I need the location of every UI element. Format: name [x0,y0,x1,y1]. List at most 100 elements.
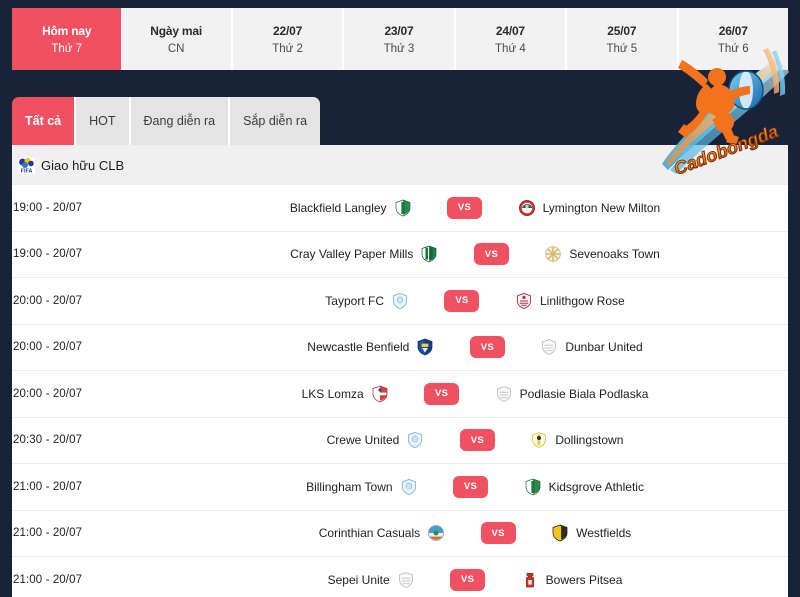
vs-badge[interactable]: VS [480,522,516,545]
home-team-name: Blackfield Langley [289,200,387,215]
date-tab-primary: 25/07 [607,23,637,38]
home-team[interactable]: LKS Lomza [162,385,403,403]
away-team-name: Westfields [576,526,632,541]
date-tab-5[interactable]: 25/07 Thứ 5 [567,8,679,70]
match-kickoff: 19:00 [13,248,43,261]
home-team-name: LKS Lomza [301,386,364,401]
tab-label: Tất cả [25,114,62,128]
away-team[interactable]: Dollingstown [516,431,788,449]
away-team[interactable]: Kidsgrove Athletic [510,478,788,496]
vs-cell: VS [452,243,530,266]
match-time-separator: - [45,434,50,447]
vs-badge[interactable]: VS [473,243,509,266]
tab-0[interactable]: Tất cả [12,97,77,145]
match-time: 20:30 - 20/07 [12,434,162,446]
match-row[interactable]: 20:00 - 20/07 Newcastle Benfield VS Dunb… [12,324,788,371]
away-team-crest-icon [516,292,532,309]
match-time-separator: - [45,387,50,400]
away-team-name: Bowers Pitsea [545,572,623,587]
date-tab-secondary: Thứ 2 [272,42,303,55]
away-team-name: Kidsgrove Athletic [548,479,644,494]
match-kickoff: 20:00 [13,387,43,400]
away-team[interactable]: Lymington New Milton [504,199,788,217]
home-team[interactable]: Crewe United [162,431,438,449]
match-time: 20:00 - 20/07 [12,388,162,400]
vs-cell: VS [448,336,526,359]
date-tab-1[interactable]: Ngày mai CN [121,8,233,70]
home-team-name: Corinthian Casuals [318,526,421,541]
home-team[interactable]: Cray Valley Paper Mills [162,245,452,263]
vs-badge[interactable]: VS [444,289,480,312]
away-team[interactable]: Westfields [537,524,788,542]
match-row[interactable]: 20:00 - 20/07 Tayport FC VS Linlithgow R… [12,278,788,325]
match-row[interactable]: 21:00 - 20/07 Corinthian Casuals VS West… [12,510,788,557]
match-date: 20/07 [52,480,83,493]
home-team-name: Sepei Unite [327,572,390,587]
vs-badge[interactable]: VS [469,336,505,359]
match-date: 20/07 [52,527,83,540]
home-team-crest-icon [428,525,445,542]
vs-badge[interactable]: VS [453,475,489,498]
away-team-crest-icon [525,572,534,588]
date-tab-primary: Ngày mai [150,23,203,38]
match-date: 20/07 [52,341,83,354]
home-team[interactable]: Blackfield Langley [162,199,426,217]
vs-cell: VS [426,196,504,219]
home-team-name: Newcastle Benfield [307,340,410,355]
away-team-name: Dollingstown [555,433,624,448]
match-time: 19:00 - 20/07 [12,202,162,214]
match-date: 20/07 [52,434,83,447]
away-team[interactable]: Linlithgow Rose [501,292,788,310]
match-row[interactable]: 20:30 - 20/07 Crewe United VS Dollingsto… [12,417,788,464]
match-date: 20/07 [52,387,83,400]
match-time: 21:00 - 20/07 [12,574,162,586]
date-tab-primary: 22/07 [273,23,303,38]
home-team-crest-icon [417,338,433,356]
match-row[interactable]: 19:00 - 20/07 Blackfield Langley VS Lymi… [12,185,788,232]
date-tab-primary: 23/07 [384,23,414,38]
tab-2[interactable]: Đang diễn ra [130,97,231,145]
date-tab-secondary: Thứ 6 [717,42,749,55]
league-header[interactable]: FIFA Giao hữu CLB [12,145,788,185]
match-kickoff: 20:30 [13,434,43,447]
match-kickoff: 20:00 [13,294,43,307]
match-rows-container: 19:00 - 20/07 Blackfield Langley VS Lymi… [12,185,788,597]
vs-cell: VS [429,568,507,591]
match-row[interactable]: 21:00 - 20/07 Sepei Unite VS Bowers Pits… [12,557,788,597]
date-tab-2[interactable]: 22/07 Thứ 2 [232,8,345,70]
away-team[interactable]: Sevenoaks Town [530,245,788,263]
match-row[interactable]: 19:00 - 20/07 Cray Valley Paper Mills VS… [12,231,788,278]
match-kickoff: 21:00 [13,527,43,540]
date-tab-secondary: Thứ 7 [51,42,83,55]
filter-tab-bar[interactable]: Tất cả HOT Đang diễn ra Sắp diễn ra [12,97,321,145]
vs-badge[interactable]: VS [424,382,460,405]
match-row[interactable]: 20:00 - 20/07 LKS Lomza VS Podlasie Bial… [12,371,788,418]
date-selector-strip[interactable]: Hôm nay Thứ 7 Ngày mai CN 22/07 Thứ 2 23… [12,8,788,70]
home-team[interactable]: Corinthian Casuals [162,524,459,542]
vs-badge[interactable]: VS [447,196,483,219]
away-team[interactable]: Dunbar United [526,338,788,356]
tab-1[interactable]: HOT [76,97,131,145]
date-tab-3[interactable]: 23/07 Thứ 3 [344,8,456,70]
date-tab-secondary: CN [167,42,185,55]
vs-badge[interactable]: VS [450,568,486,591]
match-time-separator: - [45,201,50,214]
home-team[interactable]: Tayport FC [162,292,423,310]
match-row[interactable]: 21:00 - 20/07 Billingham Town VS Kidsgro… [12,464,788,511]
league-name: Giao hữu CLB [41,157,125,173]
away-team[interactable]: Bowers Pitsea [507,571,788,589]
tab-3[interactable]: Sắp diễn ra [230,97,321,145]
match-time-separator: - [45,480,50,493]
away-team-name: Dunbar United [565,340,643,355]
home-team[interactable]: Newcastle Benfield [162,338,448,356]
home-team[interactable]: Billingham Town [162,478,432,496]
away-team[interactable]: Podlasie Biala Podlaska [481,385,788,403]
home-team-crest-icon [401,478,416,495]
match-list-panel: FIFA Giao hữu CLB 19:00 - 20/07 Blackfie… [12,145,788,597]
date-tab-0[interactable]: Hôm nay Thứ 7 [12,8,122,70]
vs-badge[interactable]: VS [459,429,495,452]
away-team-crest-icon [496,385,511,402]
date-tab-6[interactable]: 26/07 Thứ 6 [678,8,788,70]
date-tab-4[interactable]: 24/07 Thứ 4 [455,8,568,70]
home-team[interactable]: Sepei Unite [162,571,429,589]
